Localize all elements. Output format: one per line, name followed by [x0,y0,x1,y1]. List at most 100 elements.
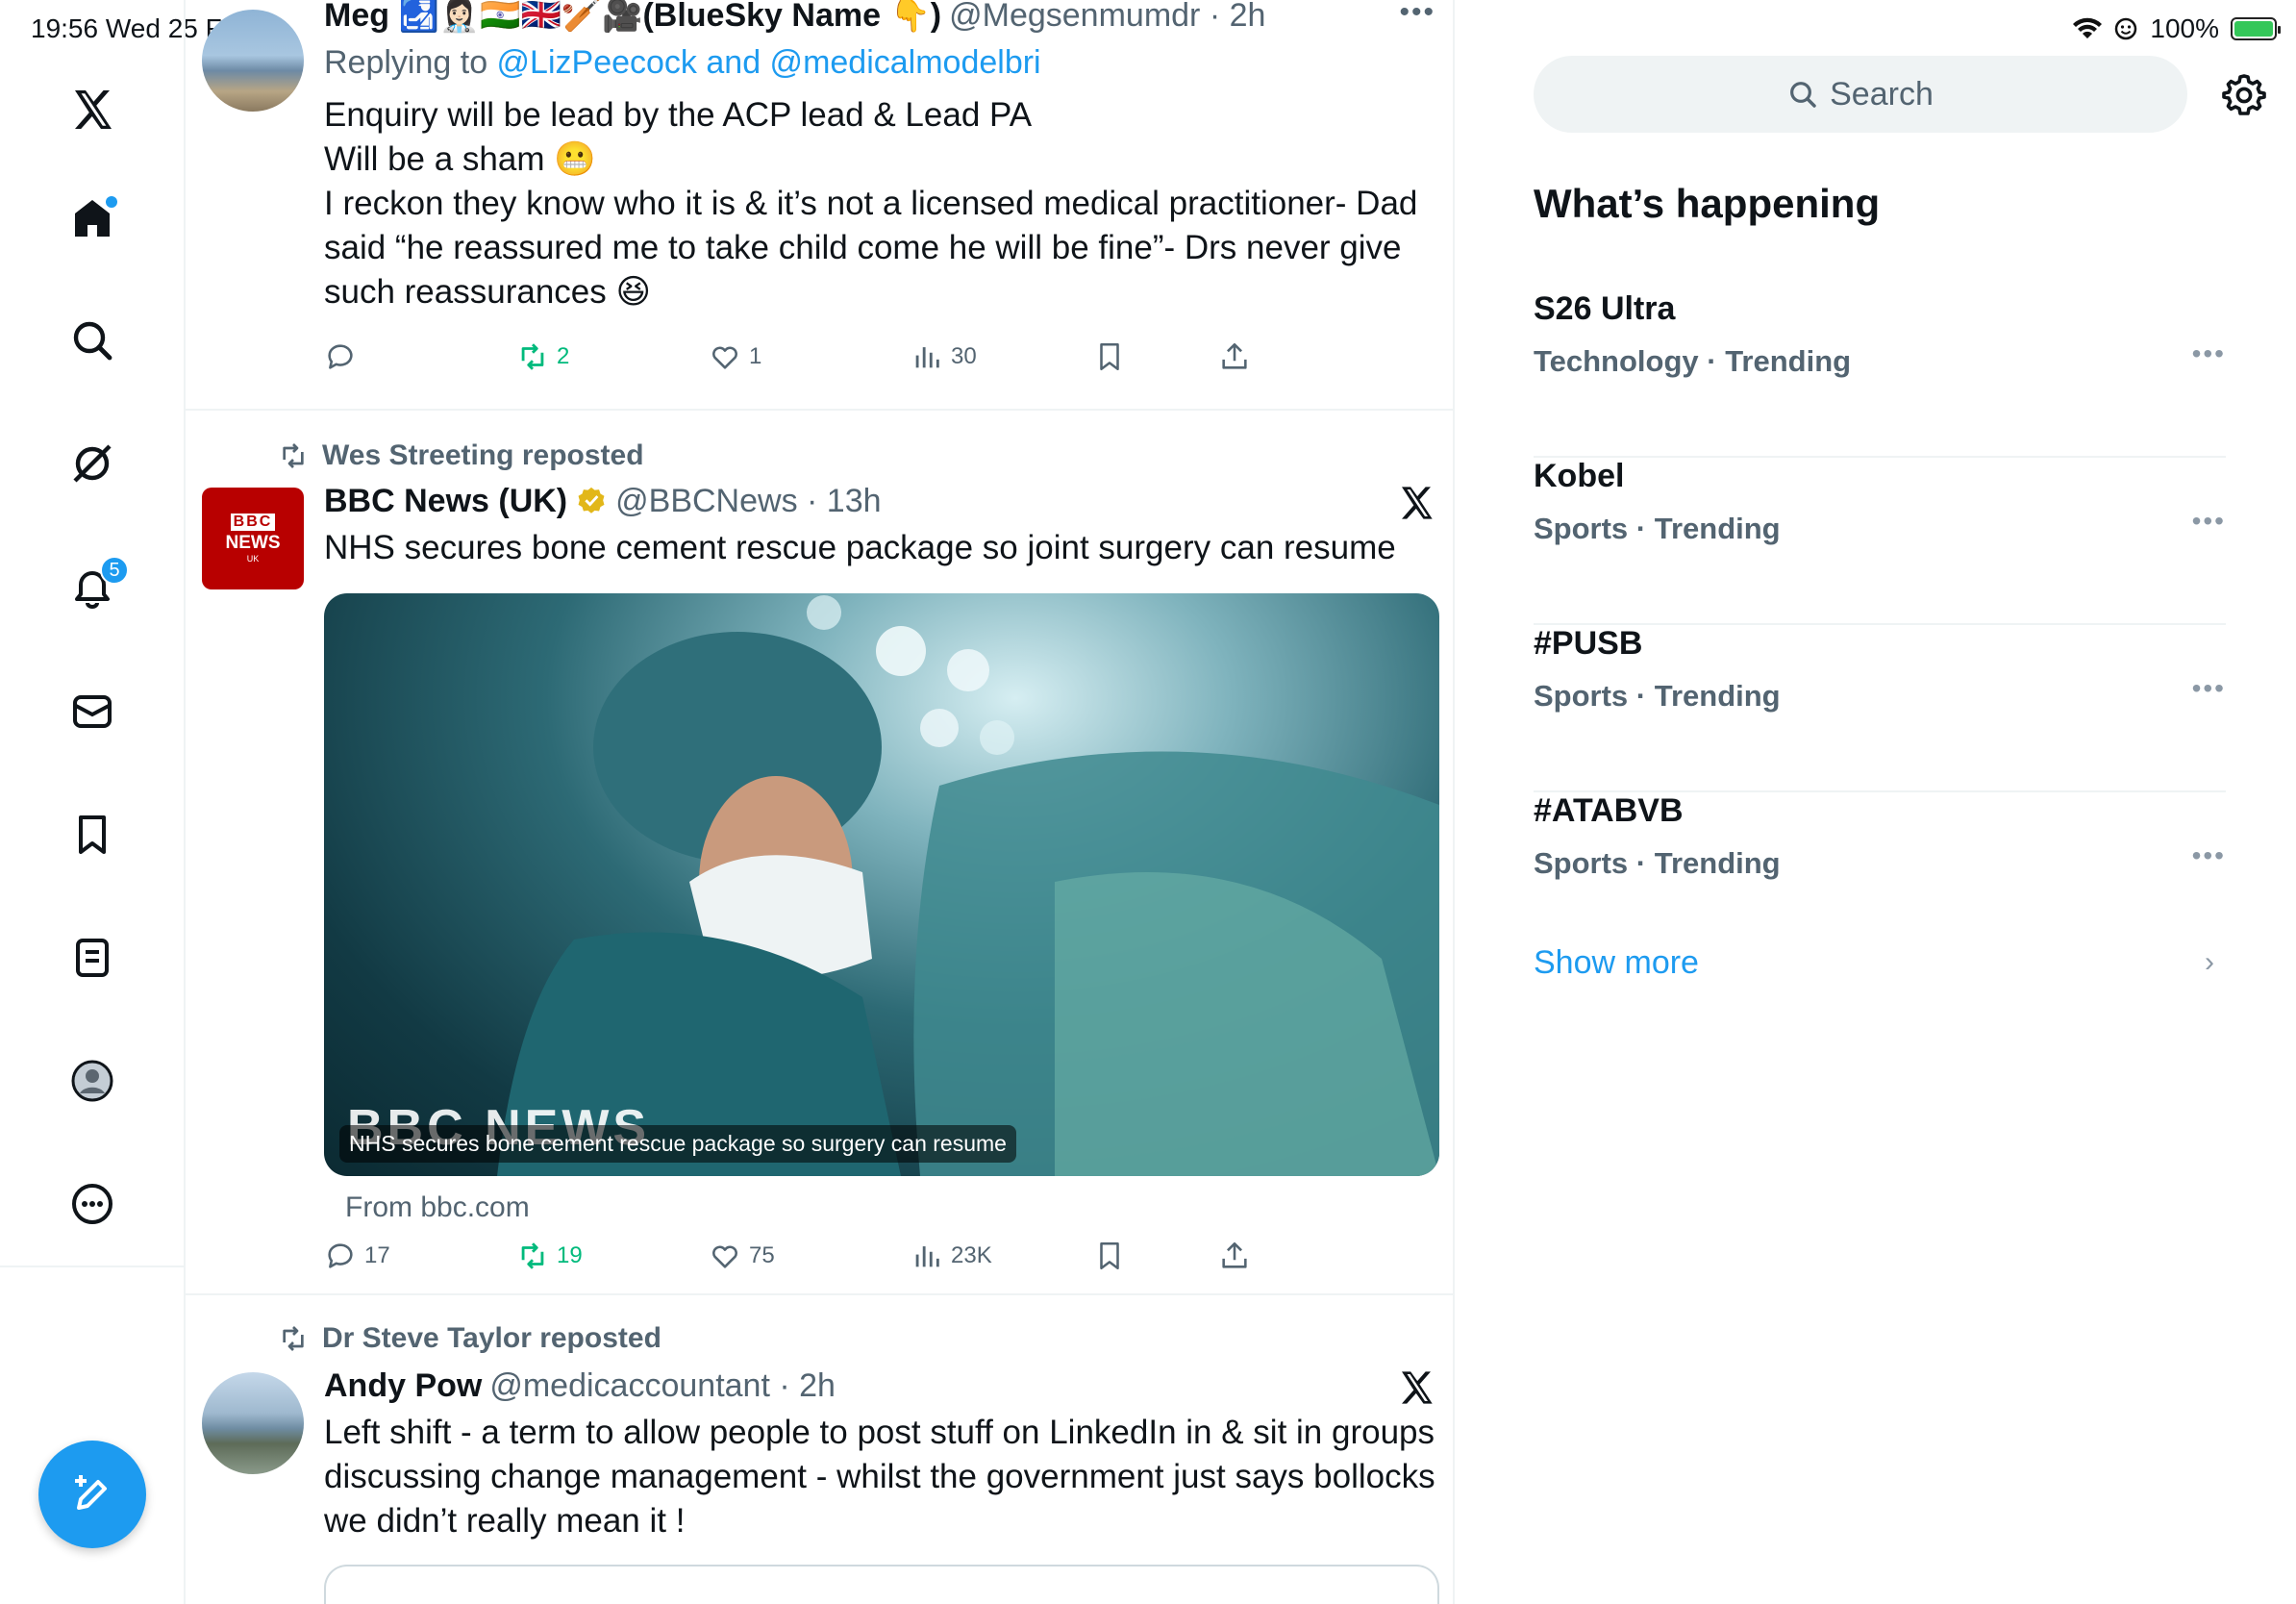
trend-item[interactable]: S26 Ultra Technology · Trending ••• [1534,290,2226,458]
notifications-badge: 5 [100,556,129,585]
search-field[interactable]: Search [1534,56,2187,133]
post-text: Left shift - a term to allow people to p… [324,1414,1435,1540]
bookmark-button[interactable] [1093,340,1126,373]
reply-button[interactable] [324,340,364,373]
trend-meta: Sports · Trending [1534,512,1781,545]
share-button[interactable] [1218,340,1251,373]
post-header: Meg 🛃👩🏻‍⚕️🇮🇳🇬🇧🏏🎥(BlueSky Name 👇) @Megsen… [324,0,1435,37]
lists-icon[interactable] [62,927,123,989]
heart-icon [712,346,737,369]
like-count: 1 [749,343,762,369]
repost-icon [283,1326,304,1351]
trend-meta: Technology · Trending [1534,344,1852,378]
profile-icon[interactable] [62,1050,123,1112]
bookmark-icon [1100,1241,1119,1270]
surgeon-photo [497,595,1439,1176]
reply-context: Replying to @LizPeecock and @medicalmode… [324,44,1435,82]
show-more-link[interactable]: Show more [1534,944,1699,982]
media-caption: NHS secures bone cement rescue package s… [339,1125,1016,1163]
bookmark-button[interactable] [1093,1240,1126,1272]
like-button[interactable]: 75 [709,1240,775,1272]
like-count: 75 [749,1242,775,1268]
trend-more-button[interactable]: ••• [2192,338,2226,369]
reply-icon [328,1243,353,1268]
trend-item[interactable]: Kobel Sports · Trending ••• [1534,458,2226,625]
notifications-icon[interactable]: 5 [62,556,129,617]
trend-more-button[interactable]: ••• [2192,673,2226,704]
bookmark-icon [1100,342,1119,371]
nav-divider [0,1266,186,1267]
timeline-feed: Meg 🛃👩🏻‍⚕️🇮🇳🇬🇧🏏🎥(BlueSky Name 👇) @Megsen… [186,0,1455,1604]
avatar-andy-pow[interactable] [202,1372,304,1474]
repost-context: Dr Steve Taylor reposted [278,1322,661,1355]
views-count: 23K [951,1242,992,1268]
heart-icon [712,1245,737,1268]
search-placeholder: Search [1830,75,1934,113]
avatar-meg[interactable] [202,10,304,112]
home-icon[interactable] [62,188,123,250]
author-handle: @BBCNews · 13h [615,482,882,519]
trend-meta: Sports · Trending [1534,846,1781,880]
more-icon[interactable] [62,1173,123,1235]
post-meg[interactable]: Meg 🛃👩🏻‍⚕️🇮🇳🇬🇧🏏🎥(BlueSky Name 👇) @Megsen… [186,0,1453,411]
grok-icon[interactable] [62,433,123,494]
trends-title: What’s happening [1534,181,1881,226]
bookmarks-icon[interactable] [62,804,123,865]
compose-icon [75,1475,107,1510]
author-name[interactable]: Andy Pow [324,1367,482,1405]
views-icon [915,1246,939,1267]
repost-count: 19 [557,1242,583,1268]
views-button[interactable]: 30 [911,340,977,373]
repost-button[interactable]: 19 [516,1240,583,1272]
trend-name: Kobel [1534,458,1625,494]
post-actions: 2 1 30 [324,340,1266,379]
quoted-post[interactable] [324,1565,1439,1604]
author-name[interactable]: Meg 🛃👩🏻‍⚕️🇮🇳🇬🇧🏏🎥(BlueSky Name 👇) [324,0,941,35]
x-logo-icon[interactable] [1397,1368,1435,1407]
post-more-button[interactable]: ••• [1399,0,1435,29]
author-name[interactable]: BBC News (UK) [324,483,567,520]
post-text-line: Enquiry will be lead by the ACP lead & L… [324,96,1033,134]
verified-badge-icon [578,487,605,514]
gear-icon[interactable] [2221,71,2267,117]
repost-count: 2 [557,343,570,369]
post-andy-pow[interactable]: Dr Steve Taylor reposted Andy Pow @medic… [186,1295,1453,1604]
post-media-image[interactable]: BBC NEWS NHS secures bone cement rescue … [324,593,1439,1176]
views-button[interactable]: 23K [911,1240,992,1272]
reply-prefix: Replying to [324,44,497,81]
author-handle: @Megsenmumdr · 2h [949,0,1266,34]
compose-button[interactable] [38,1441,146,1548]
trend-more-button[interactable]: ••• [2192,506,2226,537]
trend-more-button[interactable]: ••• [2192,840,2226,871]
views-icon [915,347,939,368]
reply-button[interactable]: 17 [324,1240,390,1272]
avatar-text: NEWS [225,533,281,553]
x-logo-icon[interactable] [1397,484,1435,522]
post-text: NHS secures bone cement rescue package s… [324,529,1396,566]
share-button[interactable] [1218,1240,1251,1272]
views-count: 30 [951,343,977,369]
reposted-by[interactable]: Dr Steve Taylor reposted [322,1322,661,1355]
trend-item[interactable]: #ATABVB Sports · Trending ••• [1534,792,2226,960]
like-button[interactable]: 1 [709,340,761,373]
avatar-bbc-news[interactable]: BBC NEWS UK [202,488,304,589]
post-text-line: I reckon they know who it is & it’s not … [324,185,1418,311]
repost-button[interactable]: 2 [516,340,569,373]
home-unread-dot [106,196,117,208]
post-header: BBC News (UK) @BBCNews · 13h [324,480,1435,522]
share-icon [1222,1241,1247,1268]
x-logo-icon[interactable] [62,79,123,140]
post-bbc-news[interactable]: Wes Streeting reposted BBC NEWS UK BBC N… [186,411,1453,1295]
post-actions: 17 19 75 23K [324,1240,1266,1278]
messages-icon[interactable] [62,681,123,742]
reply-mentions[interactable]: @LizPeecock and @medicalmodelbri [497,44,1041,81]
post-text: Enquiry will be lead by the ACP lead & L… [324,93,1435,314]
left-navigation: 5 [0,0,186,1604]
link-source[interactable]: From bbc.com [345,1191,530,1224]
trend-name: #PUSB [1534,625,1643,662]
trend-item[interactable]: #PUSB Sports · Trending ••• [1534,625,2226,792]
search-icon[interactable] [62,310,123,371]
repost-icon [283,443,304,468]
avatar-text: UK [246,554,260,564]
reposted-by[interactable]: Wes Streeting reposted [322,439,644,472]
